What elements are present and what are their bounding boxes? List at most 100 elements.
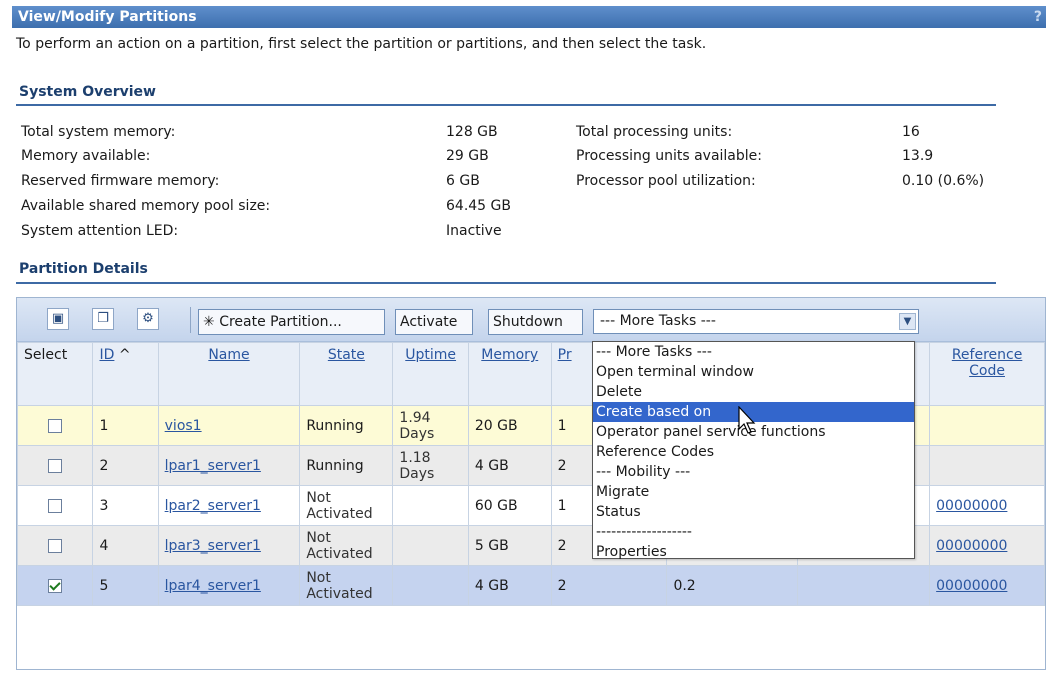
row-select-cell[interactable] <box>16 525 94 566</box>
menu-item-reference-codes[interactable]: Reference Codes <box>593 442 914 462</box>
row-select-cell[interactable] <box>16 565 94 606</box>
memory-cell: 5 GB <box>467 525 552 566</box>
row-select-cell[interactable] <box>16 405 94 446</box>
more-tasks-value: --- More Tasks --- <box>600 313 716 329</box>
table-row[interactable]: 5 lpar4_server1 Not Activated 4 GB 2 0.2… <box>16 565 1045 606</box>
memory-cell: 4 GB <box>467 445 552 486</box>
partition-name-link[interactable]: lpar4_server1 <box>165 578 261 594</box>
sort-processors-link[interactable]: Pr <box>558 347 572 363</box>
name-cell: lpar1_server1 <box>157 445 301 486</box>
state-cell: Running <box>299 445 394 486</box>
row-select-cell[interactable] <box>16 485 94 526</box>
partition-name-link[interactable]: vios1 <box>165 418 202 434</box>
menu-item-open-terminal[interactable]: Open terminal window <box>593 362 914 382</box>
menu-item-mobility-header[interactable]: --- Mobility --- <box>593 462 914 482</box>
reference-code-link[interactable]: 00000000 <box>936 538 1007 554</box>
id-cell: 5 <box>92 565 159 606</box>
activate-button[interactable]: Activate <box>395 309 473 335</box>
id-cell: 2 <box>92 445 159 486</box>
id-cell: 3 <box>92 485 159 526</box>
overview-label: Processor pool utilization: <box>576 173 756 189</box>
create-icon: ✳ <box>203 314 215 330</box>
reference-code-cell: 00000000 <box>929 565 1045 606</box>
more-tasks-dropdown-list[interactable]: --- More Tasks --- Open terminal window … <box>592 341 915 562</box>
reference-code-link[interactable]: 00000000 <box>936 578 1007 594</box>
state-cell: Running <box>299 405 394 446</box>
table-toolbar: ▣ ❐ ⚙ ✳ Create Partition... Activate Shu… <box>17 298 1045 342</box>
units-cell: 0.2 <box>666 565 798 606</box>
menu-item-separator: ------------------- <box>596 524 692 540</box>
sort-state-link[interactable]: State <box>328 347 365 363</box>
sort-ascending-icon: ^ <box>118 347 131 363</box>
partition-name-link[interactable]: lpar1_server1 <box>165 458 261 474</box>
partition-name-link[interactable]: lpar2_server1 <box>165 498 261 514</box>
processors-cell: 2 <box>550 565 668 606</box>
menu-item-delete[interactable]: Delete <box>593 382 914 402</box>
row-select-cell[interactable] <box>16 445 94 486</box>
reference-code-cell: 00000000 <box>929 525 1045 566</box>
system-overview-heading: System Overview <box>19 84 156 100</box>
shutdown-button[interactable]: Shutdown <box>488 309 583 335</box>
sort-uptime-link[interactable]: Uptime <box>405 347 456 363</box>
reference-code-cell <box>929 445 1045 486</box>
name-cell: lpar2_server1 <box>157 485 301 526</box>
name-cell: vios1 <box>157 405 301 446</box>
overview-value: 16 <box>902 124 920 140</box>
menu-item-properties[interactable]: Properties <box>593 542 914 562</box>
panel-title-bar: View/Modify Partitions ? <box>12 6 1046 28</box>
section-divider <box>16 282 996 284</box>
chevron-down-icon[interactable]: ▼ <box>899 313 916 330</box>
extra-cell <box>796 565 931 606</box>
partition-name-link[interactable]: lpar3_server1 <box>165 538 261 554</box>
row-checkbox[interactable] <box>48 538 63 553</box>
memory-cell: 60 GB <box>467 485 552 526</box>
overview-label: Memory available: <box>21 148 151 164</box>
overview-value: 64.45 GB <box>446 198 511 214</box>
memory-cell: 4 GB <box>467 565 552 606</box>
sort-id-link[interactable]: ID <box>99 347 114 363</box>
state-cell: Not Activated <box>299 525 394 566</box>
column-header-select: Select <box>16 342 94 406</box>
state-cell: Not Activated <box>299 565 394 606</box>
memory-cell: 20 GB <box>467 405 552 446</box>
menu-item-more-tasks-header[interactable]: --- More Tasks --- <box>593 342 914 362</box>
filter-icon[interactable]: ⚙ <box>137 308 159 330</box>
uptime-cell <box>392 485 469 526</box>
column-header-state[interactable]: State <box>299 342 394 406</box>
row-checkbox[interactable] <box>48 458 63 473</box>
toolbar-separator <box>190 307 191 333</box>
name-cell: lpar4_server1 <box>157 565 301 606</box>
reference-code-link[interactable]: 00000000 <box>936 498 1007 514</box>
overview-label: Available shared memory pool size: <box>21 198 271 214</box>
help-icon[interactable]: ? <box>1034 6 1042 28</box>
sort-name-link[interactable]: Name <box>208 347 249 363</box>
row-checkbox[interactable] <box>48 498 63 513</box>
deselect-all-icon[interactable]: ❐ <box>92 308 114 330</box>
row-checkbox[interactable] <box>48 418 63 433</box>
name-cell: lpar3_server1 <box>157 525 301 566</box>
column-header-name[interactable]: Name <box>157 342 301 406</box>
column-header-memory[interactable]: Memory <box>467 342 552 406</box>
uptime-cell <box>392 565 469 606</box>
column-header-id[interactable]: ID ^ <box>92 342 159 406</box>
select-all-icon[interactable]: ▣ <box>47 308 69 330</box>
sort-reference-code-link[interactable]: Reference Code <box>952 347 1023 379</box>
create-partition-button[interactable]: ✳ Create Partition... <box>198 309 385 335</box>
state-cell: Not Activated <box>299 485 394 526</box>
id-cell: 4 <box>92 525 159 566</box>
id-cell: 1 <box>92 405 159 446</box>
reference-code-cell: 00000000 <box>929 485 1045 526</box>
column-header-reference-code[interactable]: Reference Code <box>929 342 1045 406</box>
row-checkbox[interactable] <box>48 578 63 593</box>
menu-item-migrate[interactable]: Migrate <box>593 482 914 502</box>
partition-details-heading: Partition Details <box>19 261 148 277</box>
overview-value: 128 GB <box>446 124 498 140</box>
more-tasks-select[interactable]: --- More Tasks --- ▼ <box>593 309 919 334</box>
column-header-uptime[interactable]: Uptime <box>392 342 469 406</box>
overview-value: 29 GB <box>446 148 489 164</box>
overview-label: Processing units available: <box>576 148 762 164</box>
sort-memory-link[interactable]: Memory <box>481 347 538 363</box>
overview-label: System attention LED: <box>21 223 179 239</box>
mouse-pointer-icon <box>738 406 756 434</box>
menu-item-status[interactable]: Status <box>593 502 914 522</box>
